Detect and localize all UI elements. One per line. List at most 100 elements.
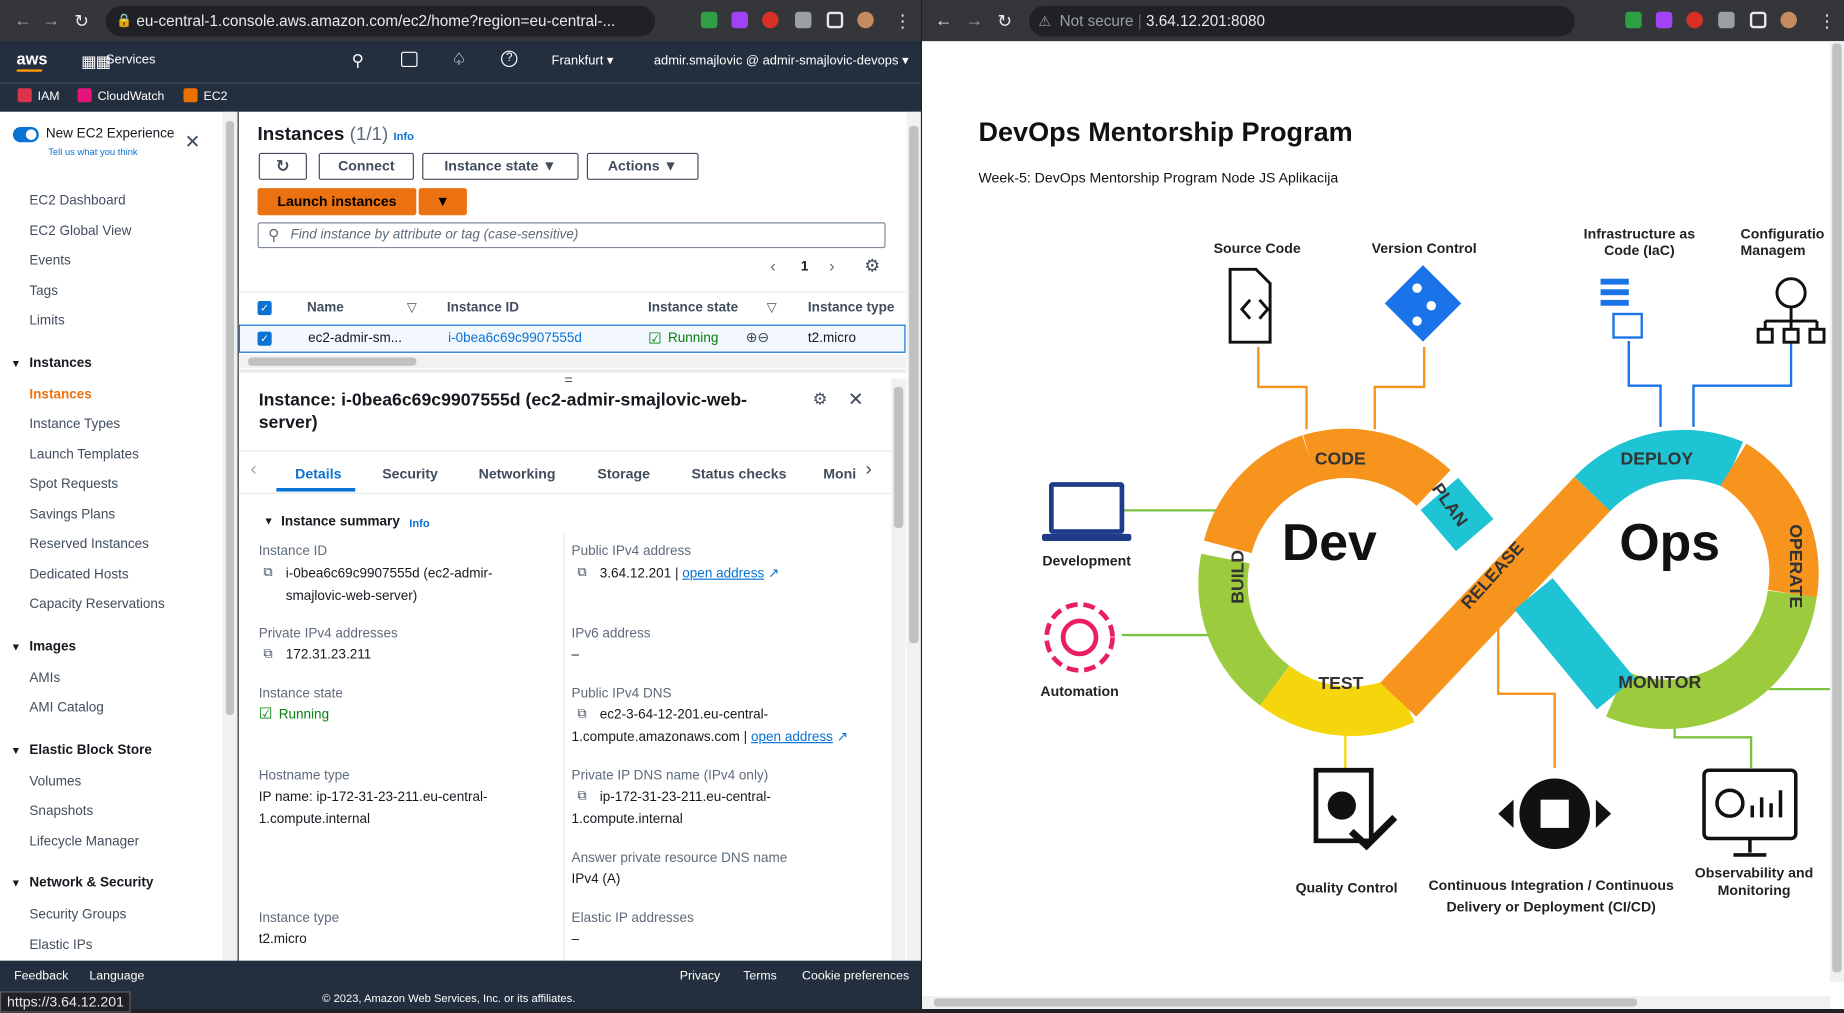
region-selector[interactable]: Frankfurt ▾ [552, 53, 614, 68]
tab-networking[interactable]: Networking [479, 466, 556, 482]
sidebar-item-capacity-reservations[interactable]: Capacity Reservations [29, 597, 164, 611]
search-icon[interactable]: ⚲ [352, 51, 364, 71]
feedback-link[interactable]: Tell us what you think [48, 147, 137, 158]
sidepanel-icon[interactable] [1749, 11, 1767, 29]
favorite-iam[interactable]: IAM [38, 89, 60, 103]
sidebar-item-ec2-global-view[interactable]: EC2 Global View [29, 224, 131, 238]
cookie-preferences-link[interactable]: Cookie preferences [802, 969, 909, 983]
launch-dropdown-button[interactable]: ▼ [418, 188, 467, 216]
reload-icon[interactable]: ↻ [74, 11, 89, 32]
extension-icon[interactable] [1655, 11, 1673, 29]
bell-icon[interactable]: ♤ [452, 49, 467, 69]
extension-icon[interactable] [731, 11, 748, 29]
sidebar-item-ec2-dashboard[interactable]: EC2 Dashboard [29, 194, 125, 208]
connect-button[interactable]: Connect [318, 152, 414, 180]
sidebar-item-spot-requests[interactable]: Spot Requests [29, 477, 118, 491]
column-header-state[interactable]: Instance state [648, 301, 738, 315]
account-menu[interactable]: admir.smajlovic @ admir-smajlovic-devops… [654, 53, 909, 68]
copy-icon[interactable]: ⧉ [577, 566, 586, 581]
menu-icon[interactable]: ⋮ [1818, 11, 1836, 32]
column-header-id[interactable]: Instance ID [447, 301, 519, 315]
sidebar-item-volumes[interactable]: Volumes [29, 774, 81, 788]
favorite-ec2[interactable]: EC2 [203, 89, 227, 103]
instance-state-button[interactable]: Instance state ▼ [422, 152, 579, 180]
settings-icon[interactable]: ⚙ [864, 255, 880, 276]
reload-icon[interactable]: ↻ [997, 11, 1012, 32]
open-address-link[interactable]: open address [751, 730, 833, 744]
info-link[interactable]: Info [394, 131, 414, 144]
collapse-icon[interactable]: ▼ [263, 515, 273, 527]
back-icon[interactable]: ← [935, 11, 953, 31]
column-header-name[interactable]: Name [307, 301, 344, 315]
sidebar-item-ami-catalog[interactable]: AMI Catalog [29, 701, 103, 715]
sidebar-item-events[interactable]: Events [29, 254, 70, 268]
feedback-link[interactable]: Feedback [14, 969, 68, 983]
open-address-link[interactable]: open address [682, 567, 764, 581]
detail-scrollbar[interactable] [893, 386, 904, 529]
sidebar-item-amis[interactable]: AMIs [29, 671, 60, 685]
privacy-link[interactable]: Privacy [680, 969, 720, 983]
sidebar-item-instances[interactable]: Instances [29, 387, 91, 401]
sidebar-section-network-security[interactable]: Network & Security [29, 876, 153, 890]
column-header-type[interactable]: Instance type [808, 301, 894, 315]
extension-icon[interactable] [1625, 11, 1642, 29]
copy-icon[interactable]: ⧉ [263, 566, 272, 581]
collapse-icon[interactable]: ▼ [11, 357, 21, 369]
menu-icon[interactable]: ⋮ [894, 11, 912, 32]
tab-monitoring[interactable]: Moni [823, 466, 856, 482]
collapse-icon[interactable]: ▼ [11, 744, 21, 756]
experience-toggle[interactable] [12, 127, 39, 143]
sidebar-item-limits[interactable]: Limits [29, 314, 64, 328]
vertical-scrollbar[interactable] [1832, 43, 1842, 973]
collapse-icon[interactable]: ▼ [11, 640, 21, 652]
address-bar[interactable]: 🔒 eu-central-1.console.aws.amazon.com/ec… [105, 5, 656, 37]
collapse-icon[interactable]: ▼ [11, 877, 21, 889]
sidebar-section-elastic-block-store[interactable]: Elastic Block Store [29, 743, 152, 757]
actions-button[interactable]: Actions ▼ [586, 152, 699, 180]
sidepanel-icon[interactable] [826, 11, 844, 29]
puzzle-icon[interactable] [1718, 11, 1735, 29]
row-checkbox[interactable]: ✓ [257, 331, 272, 346]
address-bar[interactable]: ⚠ Not secure | 3.64.12.201:8080 [1029, 5, 1575, 37]
sidebar-item-snapshots[interactable]: Snapshots [29, 804, 93, 818]
row-instance-id[interactable]: i-0bea6c69c9907555d [448, 332, 582, 346]
filter-icon[interactable]: ▽ [407, 300, 417, 315]
forward-icon[interactable]: → [42, 11, 60, 31]
cloudshell-icon[interactable] [401, 51, 418, 68]
sidebar-section-images[interactable]: Images [29, 639, 76, 653]
search-input[interactable]: ⚲ Find instance by attribute or tag (cas… [257, 222, 886, 249]
avatar[interactable] [857, 11, 874, 29]
sidebar-item-reserved-instances[interactable]: Reserved Instances [29, 537, 149, 551]
aws-logo[interactable]: aws [16, 49, 48, 72]
table-row[interactable]: ✓ ec2-admir-sm... i-0bea6c69c9907555d ☑ … [238, 324, 906, 353]
help-icon[interactable]: ? [500, 50, 518, 68]
refresh-button[interactable]: ↻ [258, 152, 307, 180]
launch-instances-button[interactable]: Launch instances [257, 188, 417, 216]
settings-icon[interactable]: ⚙ [813, 389, 828, 409]
next-page-icon[interactable]: › [829, 256, 834, 275]
sidebar-item-elastic-ips[interactable]: Elastic IPs [29, 938, 92, 952]
avatar[interactable] [1780, 11, 1797, 29]
select-all-checkbox[interactable]: ✓ [257, 301, 272, 316]
sidebar-item-savings-plans[interactable]: Savings Plans [29, 507, 115, 521]
sidebar-section-instances[interactable]: Instances [29, 356, 91, 370]
horizontal-scrollbar[interactable] [933, 998, 1638, 1007]
info-link[interactable]: Info [409, 517, 429, 530]
adblock-icon[interactable] [1686, 11, 1703, 29]
horizontal-scrollbar[interactable] [238, 355, 906, 369]
sidebar-item-launch-templates[interactable]: Launch Templates [29, 447, 139, 461]
close-icon[interactable]: ✕ [185, 131, 201, 155]
sidebar-item-instance-types[interactable]: Instance Types [29, 417, 120, 431]
sidebar-item-lifecycle-manager[interactable]: Lifecycle Manager [29, 834, 139, 848]
copy-icon[interactable]: ⧉ [263, 647, 272, 662]
tabs-next-icon[interactable]: › [866, 460, 872, 481]
favorite-cloudwatch[interactable]: CloudWatch [98, 89, 165, 103]
puzzle-icon[interactable] [794, 11, 812, 29]
extension-icon[interactable] [700, 11, 718, 29]
page-scrollbar[interactable] [909, 125, 919, 644]
sidebar-item-dedicated-hosts[interactable]: Dedicated Hosts [29, 567, 128, 581]
tabs-prev-icon[interactable]: ‹ [250, 460, 256, 481]
prev-page-icon[interactable]: ‹ [770, 256, 775, 275]
adblock-icon[interactable] [762, 11, 779, 29]
language-link[interactable]: Language [89, 969, 144, 983]
